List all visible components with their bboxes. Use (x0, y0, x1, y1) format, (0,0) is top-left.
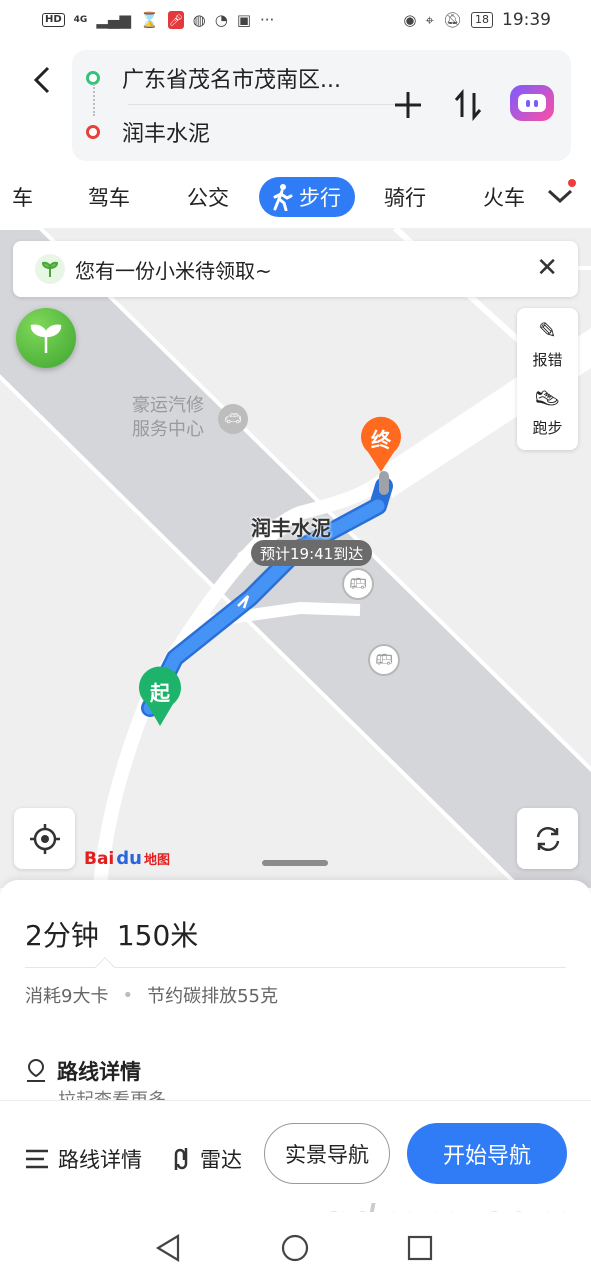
nav-recents-button[interactable] (402, 1230, 438, 1266)
end-dot-icon (86, 125, 100, 139)
tab-bike[interactable]: 骑行 (384, 177, 426, 217)
running-button[interactable]: 👟︎ 跑步 (517, 380, 578, 446)
nav-back-button[interactable] (150, 1230, 186, 1266)
baidu-map-logo: Bai du 地图 (84, 848, 170, 869)
bullet-separator: • (122, 984, 134, 1006)
sprout-badge-button[interactable] (16, 308, 76, 368)
edit-icon: ✎ (538, 318, 557, 344)
poi-label[interactable]: 豪运汽修 服务中心 (132, 394, 204, 442)
route-details-header[interactable]: 路线详情 (25, 1056, 141, 1086)
assistant-icon (518, 94, 546, 112)
car-repair-icon: 🚗︎ (218, 404, 248, 434)
route-card: 广东省茂名市茂南区... 润丰水泥 (72, 50, 571, 161)
triangle-back-icon (155, 1234, 180, 1262)
route-stats: 消耗9大卡 • 节约碳排放55克 (25, 982, 278, 1008)
start-navigation-button[interactable]: 开始导航 (407, 1123, 567, 1184)
tab-transit[interactable]: 公交 (187, 177, 229, 217)
chevron-down-icon (547, 189, 573, 204)
tab-drive[interactable]: 驾车 (88, 177, 130, 217)
circle-home-icon (281, 1234, 309, 1262)
duration: 2分钟 (25, 919, 99, 952)
start-location-field[interactable]: 广东省茂名市茂南区... (86, 56, 341, 100)
status-bar: HD 4G ▂▄▆ ⌛ 🎤︎ ◍ ◔ ▣ ··· ◉ ⌖ 🔕︎ 18 19:39 (0, 0, 591, 40)
bus-stop-icon[interactable]: 🚌︎ (342, 568, 374, 600)
end-marker-label: 终 (371, 428, 391, 452)
divider (128, 104, 413, 105)
map-side-tools: ✎ 报错 👟︎ 跑步 (517, 308, 578, 450)
add-waypoint-button[interactable] (388, 85, 428, 125)
plus-icon (395, 92, 421, 118)
tab-walk-label: 步行 (299, 186, 341, 210)
back-button[interactable] (22, 58, 62, 102)
walk-icon (273, 184, 293, 211)
report-error-button[interactable]: ✎ 报错 (517, 312, 578, 378)
refresh-route-button[interactable] (517, 808, 578, 869)
map-view[interactable]: 您有一份小米待领取~ ✕ ✎ 报错 👟︎ 跑步 豪运汽修 服务中心 🚗︎ 终 润… (0, 228, 591, 888)
qq-icon: ◔ (214, 11, 228, 29)
start-dot-icon (86, 71, 100, 85)
route-details-title: 路线详情 (57, 1060, 141, 1084)
distance: 150米 (116, 919, 199, 952)
destination-name: 润丰水泥 (251, 516, 331, 540)
end-location-field[interactable]: 润丰水泥 (86, 110, 210, 154)
start-marker-label: 起 (150, 681, 170, 705)
carbon-saving: 节约碳排放55克 (147, 986, 278, 1007)
more-notifications-icon: ··· (260, 11, 275, 29)
route-summary: 2分钟 150米 (25, 914, 198, 954)
system-nav-bar (0, 1212, 591, 1280)
locate-me-button[interactable] (14, 808, 75, 869)
close-icon[interactable]: ✕ (536, 253, 558, 283)
tab-train[interactable]: 火车 (483, 177, 525, 217)
list-icon (26, 1149, 48, 1169)
nav-home-button[interactable] (277, 1230, 313, 1266)
refresh-icon (536, 826, 559, 851)
travel-mode-tabs: 车 驾车 公交 步行 骑行 火车 (0, 170, 591, 222)
radar-button[interactable]: 雷达 (170, 1141, 242, 1177)
sheet-drag-handle[interactable] (262, 860, 328, 866)
hourglass-icon: ⌛ (139, 11, 159, 29)
clock: 19:39 (502, 10, 551, 30)
location-icon: ⌖ (425, 11, 434, 29)
chevron-left-icon (33, 66, 50, 94)
action-bar: 路线详情 雷达 实景导航 开始导航 (0, 1100, 591, 1210)
sprout-icon (30, 324, 62, 353)
location-pin-icon (27, 1059, 45, 1082)
end-location-text: 润丰水泥 (122, 122, 211, 147)
sprout-icon (35, 254, 65, 284)
tab-car-partial[interactable]: 车 (12, 177, 33, 217)
mute-bell-icon: 🔕︎ (442, 11, 462, 29)
eta-badge: 预计19:41到达 (251, 540, 373, 566)
divider-notch (95, 957, 115, 977)
start-location-text: 广东省茂名市茂南区... (122, 68, 341, 93)
mic-app-icon: 🎤︎ (167, 11, 184, 29)
notification-dot (568, 179, 576, 187)
radar-icon (174, 1148, 188, 1170)
bus-stop-icon[interactable]: 🚌︎ (368, 644, 400, 676)
route-detail-button[interactable]: 路线详情 (24, 1141, 142, 1177)
shoe-icon: 👟︎ (533, 386, 562, 412)
promo-text: 您有一份小米待领取~ (75, 258, 272, 283)
voice-assistant-button[interactable] (510, 85, 554, 121)
swap-route-button[interactable] (448, 85, 488, 125)
battery-icon: 18 (471, 12, 493, 28)
tab-walk[interactable]: 步行 (259, 177, 355, 217)
running-label: 跑步 (532, 418, 563, 437)
signal-icon: ▂▄▆ (96, 11, 131, 29)
calories: 消耗9大卡 (25, 986, 109, 1007)
network-indicator: 4G (73, 14, 88, 25)
crosshair-icon (29, 823, 60, 854)
eye-icon: ◉ (403, 11, 417, 29)
paw-icon: du (116, 848, 142, 869)
ar-navigation-button[interactable]: 实景导航 (264, 1123, 390, 1184)
hd-badge: HD (42, 13, 65, 27)
square-recents-icon (407, 1235, 433, 1261)
promo-banner[interactable]: 您有一份小米待领取~ ✕ (13, 241, 578, 297)
wechat-icon: ◍ (192, 11, 206, 29)
swap-icon (454, 89, 482, 121)
app-icon: ▣ (236, 11, 251, 29)
report-error-label: 报错 (532, 350, 563, 369)
